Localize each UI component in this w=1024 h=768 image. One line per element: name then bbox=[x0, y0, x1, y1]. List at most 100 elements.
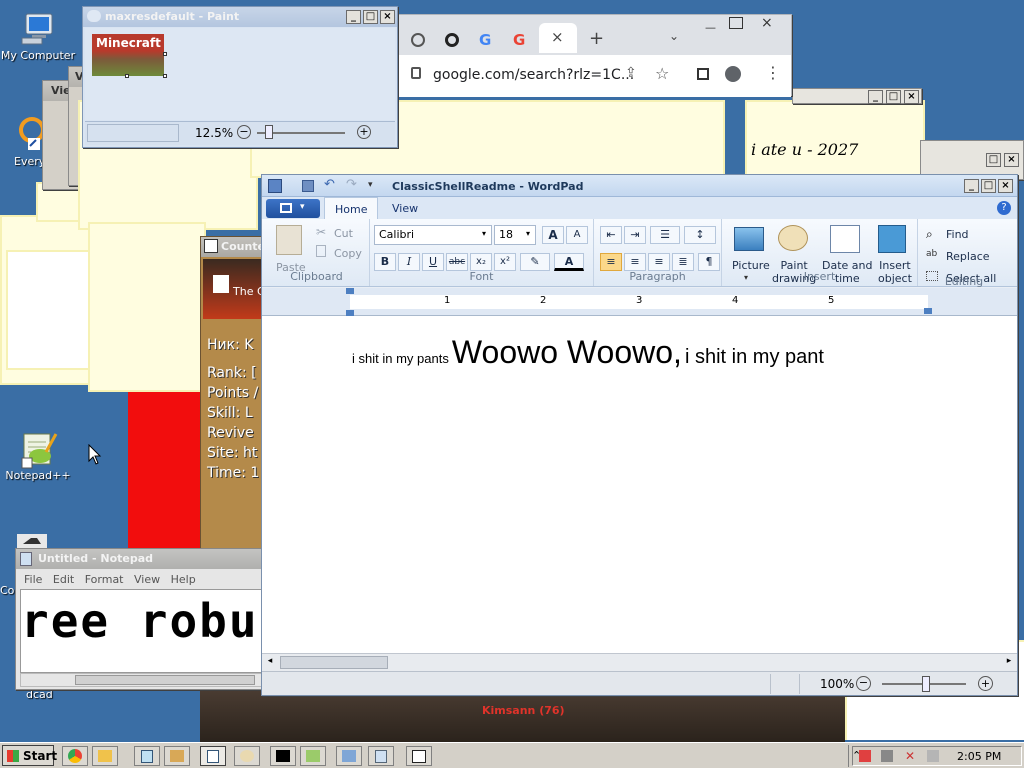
line-spacing-icon[interactable]: ↕ bbox=[684, 226, 716, 244]
battery-icon[interactable] bbox=[927, 750, 939, 762]
network-icon[interactable] bbox=[881, 750, 893, 762]
right-indent-marker[interactable] bbox=[924, 308, 932, 314]
taskbar-counter-strike[interactable] bbox=[406, 746, 432, 766]
replace-button[interactable]: Replace bbox=[946, 250, 990, 263]
side-panel-icon[interactable] bbox=[697, 68, 709, 80]
taskbar-app[interactable] bbox=[134, 746, 160, 766]
notepad-text-area[interactable]: ree robu bbox=[20, 589, 264, 673]
bullets-icon[interactable]: ☰ bbox=[650, 226, 680, 244]
italic-button[interactable]: I bbox=[398, 253, 420, 271]
address-bar[interactable]: google.com/search?rlz=1C... bbox=[433, 67, 634, 83]
subscript-button[interactable]: x₂ bbox=[470, 253, 492, 271]
justify-icon[interactable]: ≣ bbox=[672, 253, 694, 271]
undo-icon[interactable]: ↶ bbox=[324, 177, 335, 192]
resize-handle[interactable] bbox=[163, 52, 167, 56]
bookmark-star-icon[interactable]: ☆ bbox=[655, 64, 669, 83]
taskbar-notepad[interactable] bbox=[368, 746, 394, 766]
document-area[interactable]: i shit in my pants Woowo Woowo, i shit i… bbox=[262, 316, 1017, 653]
zoom-slider-thumb[interactable] bbox=[922, 676, 930, 692]
share-icon[interactable]: ⇪ bbox=[625, 65, 637, 81]
minimize-button[interactable]: — bbox=[705, 21, 716, 34]
font-color-button[interactable]: A bbox=[554, 253, 584, 271]
font-family-select[interactable]: Calibri bbox=[374, 225, 492, 245]
close-button[interactable]: × bbox=[380, 10, 395, 24]
zoom-in-button[interactable]: + bbox=[978, 676, 993, 691]
maximize-button[interactable]: □ bbox=[363, 10, 378, 24]
find-button[interactable]: Find bbox=[946, 228, 969, 241]
active-tab[interactable]: × bbox=[539, 23, 577, 53]
menu-help[interactable]: Help bbox=[171, 573, 196, 586]
taskbar-chrome[interactable] bbox=[62, 746, 88, 766]
strikethrough-button[interactable]: abc bbox=[446, 253, 468, 271]
taskbar-paint[interactable] bbox=[234, 746, 260, 766]
opera-icon[interactable] bbox=[445, 33, 459, 47]
zoom-out-button[interactable]: − bbox=[237, 125, 251, 139]
avatar[interactable] bbox=[725, 66, 741, 82]
cut-button[interactable]: Cut bbox=[334, 227, 353, 240]
desktop-icon-notepad-plus-plus[interactable]: Notepad++ bbox=[0, 430, 76, 482]
close-button[interactable]: × bbox=[904, 90, 919, 104]
taskbar-app[interactable] bbox=[300, 746, 326, 766]
save-icon[interactable] bbox=[302, 180, 314, 192]
minimize-button[interactable]: _ bbox=[964, 179, 979, 193]
zoom-slider-thumb[interactable] bbox=[265, 125, 273, 139]
taskbar-app[interactable] bbox=[164, 746, 190, 766]
bold-button[interactable]: B bbox=[374, 253, 396, 271]
menu-icon[interactable]: ⋮ bbox=[765, 63, 781, 82]
scrollbar-thumb[interactable] bbox=[280, 656, 388, 669]
clock[interactable]: 2:05 PM bbox=[957, 750, 1001, 763]
superscript-button[interactable]: x² bbox=[494, 253, 516, 271]
resize-handle[interactable] bbox=[163, 74, 167, 78]
resize-handle[interactable] bbox=[125, 74, 129, 78]
menu-view[interactable]: View bbox=[134, 573, 160, 586]
close-icon[interactable]: × bbox=[551, 28, 564, 46]
minimize-button[interactable]: _ bbox=[868, 90, 883, 104]
chevron-down-icon[interactable]: ⌄ bbox=[669, 29, 679, 43]
taskbar-app[interactable] bbox=[336, 746, 362, 766]
align-right-icon[interactable]: ≡ bbox=[648, 253, 670, 271]
maximize-button[interactable]: □ bbox=[886, 90, 901, 104]
maximize-button[interactable] bbox=[729, 17, 743, 29]
maximize-button[interactable]: □ bbox=[981, 179, 996, 193]
menu-format[interactable]: Format bbox=[85, 573, 124, 586]
underline-button[interactable]: U bbox=[422, 253, 444, 271]
start-button[interactable]: Start bbox=[2, 745, 57, 766]
maximize-button[interactable]: □ bbox=[986, 153, 1001, 167]
close-button[interactable]: × bbox=[1004, 153, 1019, 167]
menu-edit[interactable]: Edit bbox=[53, 573, 74, 586]
globe-icon[interactable] bbox=[411, 33, 425, 47]
google-tab-icon[interactable]: G bbox=[513, 31, 525, 49]
taskbar-cmd[interactable] bbox=[270, 746, 296, 766]
zoom-out-button[interactable]: − bbox=[856, 676, 871, 691]
grow-font-button[interactable]: A bbox=[542, 226, 564, 244]
align-left-icon[interactable]: ≡ bbox=[600, 253, 622, 271]
close-button[interactable]: × bbox=[998, 179, 1013, 193]
google-tab-icon[interactable]: G bbox=[479, 31, 491, 49]
menu-file[interactable]: File bbox=[24, 573, 42, 586]
scroll-left-icon[interactable]: ◂ bbox=[264, 656, 276, 669]
quick-access-dropdown-icon[interactable]: ▾ bbox=[368, 180, 373, 190]
taskbar-explorer[interactable] bbox=[92, 746, 118, 766]
help-icon[interactable]: ? bbox=[997, 201, 1011, 215]
zoom-in-button[interactable]: + bbox=[357, 125, 371, 139]
paragraph-settings-icon[interactable]: ¶ bbox=[698, 253, 720, 271]
shrink-font-button[interactable]: A bbox=[566, 226, 588, 244]
increase-indent-icon[interactable]: ⇥ bbox=[624, 226, 646, 244]
horizontal-scrollbar[interactable] bbox=[20, 673, 264, 687]
new-tab-icon[interactable]: + bbox=[589, 28, 604, 49]
highlight-color-button[interactable]: ✎ bbox=[520, 253, 550, 271]
scroll-right-icon[interactable]: ▸ bbox=[1003, 656, 1015, 669]
canvas-image[interactable]: Minecraft bbox=[92, 34, 164, 76]
redo-icon[interactable]: ↷ bbox=[346, 177, 357, 192]
taskbar-wordpad[interactable] bbox=[200, 746, 226, 766]
close-button[interactable]: × bbox=[761, 15, 773, 31]
application-menu-button[interactable]: ▾ bbox=[266, 199, 320, 218]
horizontal-scrollbar[interactable]: ◂ ▸ bbox=[262, 653, 1017, 671]
minimize-button[interactable]: _ bbox=[346, 10, 361, 24]
scrollbar-thumb[interactable] bbox=[75, 675, 255, 685]
copy-button[interactable]: Copy bbox=[334, 247, 362, 260]
align-center-icon[interactable]: ≡ bbox=[624, 253, 646, 271]
decrease-indent-icon[interactable]: ⇤ bbox=[600, 226, 622, 244]
desktop-icon-my-computer[interactable]: My Computer bbox=[0, 10, 76, 62]
security-alert-icon[interactable] bbox=[859, 750, 871, 762]
